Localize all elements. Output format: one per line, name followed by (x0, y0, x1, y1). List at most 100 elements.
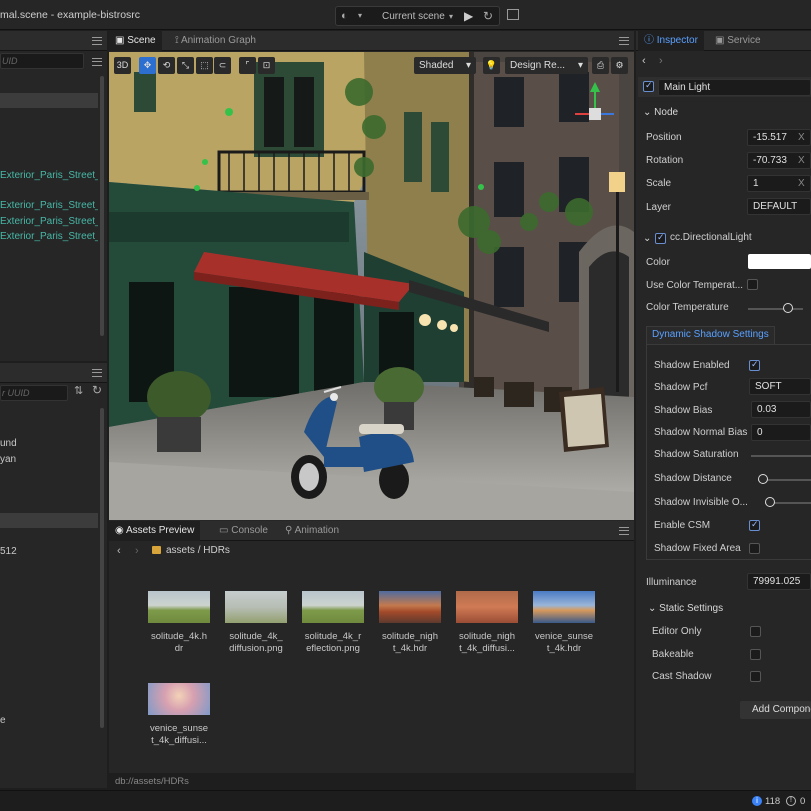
menu-icon[interactable] (92, 37, 102, 45)
color-temperature-slider[interactable] (748, 308, 803, 310)
dynamic-shadow-tab[interactable]: Dynamic Shadow Settings (646, 326, 775, 344)
hdr-meadow-icon (148, 591, 210, 623)
illuminance-field[interactable]: 79991.025 (747, 573, 811, 590)
assets-search-input[interactable]: r UUID (0, 385, 68, 401)
hierarchy-search-input[interactable]: UID (0, 53, 84, 69)
shadow-saturation-slider[interactable] (751, 455, 811, 457)
coordinate-icon[interactable]: ⊡ (258, 57, 275, 74)
use-color-temperature-checkbox[interactable] (747, 279, 758, 290)
tab-console[interactable]: ▭ Console (213, 521, 274, 541)
scene-globe-icon[interactable]: ◐ (341, 10, 348, 22)
hdr-sunset-orange-icon (379, 591, 441, 623)
tree-item[interactable]: Exterior_Paris_Street_( (0, 198, 98, 213)
position-label: Position (646, 132, 682, 143)
component-name: cc.DirectionalLight (670, 232, 752, 243)
tab-animation-graph[interactable]: ⟟ Animation Graph (169, 31, 262, 51)
breadcrumb-current[interactable]: HDRs (203, 545, 230, 556)
asset-label: solitude_4k_r eflection.png (304, 631, 362, 654)
scrollbar[interactable] (100, 408, 104, 728)
tab-service[interactable]: ▣ Service (709, 31, 767, 51)
asset-item[interactable]: solitude_4k_r eflection.png (301, 591, 365, 655)
play-icon[interactable]: ▶ (464, 9, 473, 23)
back-arrow-icon[interactable]: ‹ (642, 55, 646, 67)
scrollbar[interactable] (100, 76, 104, 336)
info-icon[interactable]: i (752, 796, 762, 806)
layer-select[interactable]: DEFAULT (747, 198, 811, 215)
rotate-tool-icon[interactable]: ⟲ (158, 57, 175, 74)
tab-animation[interactable]: ⚲ Animation (279, 521, 345, 541)
tree-item[interactable]: e (0, 713, 98, 728)
warning-icon[interactable]: ! (786, 796, 796, 806)
shadow-enabled-checkbox[interactable] (749, 359, 760, 371)
tree-item-selected[interactable] (0, 513, 98, 528)
tree-item-selected[interactable] (0, 93, 98, 108)
current-scene-select[interactable]: Current scene (382, 11, 445, 22)
tab-inspector[interactable]: ⓘ Inspector (638, 31, 704, 51)
tree-item[interactable]: yan (0, 452, 98, 467)
forward-arrow-icon[interactable]: › (659, 55, 663, 67)
node-name-field[interactable]: Main Light (658, 79, 811, 96)
cast-shadow-checkbox[interactable] (750, 671, 761, 682)
color-swatch[interactable] (748, 254, 811, 269)
menu-icon[interactable] (619, 37, 629, 45)
asset-item[interactable]: solitude_4k.h dr (147, 591, 211, 655)
shading-select[interactable]: Shaded ▾ (414, 57, 476, 74)
scale-label: Scale (646, 178, 672, 189)
asset-label: solitude_4k_ diffusion.png (229, 631, 283, 654)
editor-only-label: Editor Only (652, 626, 702, 637)
component-enabled-checkbox[interactable] (655, 232, 666, 244)
refresh-icon[interactable]: ↻ (483, 9, 493, 23)
axis-x-label: X (798, 155, 805, 166)
menu-icon[interactable] (92, 58, 102, 66)
assets-tree-tabbar (0, 363, 107, 383)
refresh-icon[interactable]: ↻ (92, 383, 102, 397)
asset-item[interactable]: venice_sunse t_4k.hdr (532, 591, 596, 655)
warn-count: 0 (800, 796, 806, 807)
slider-knob[interactable] (765, 497, 775, 507)
asset-item[interactable]: solitude_nigh t_4k.hdr (378, 591, 442, 655)
add-component-button[interactable]: Add Compone (740, 701, 811, 719)
enable-csm-checkbox[interactable] (749, 519, 760, 531)
camera-icon[interactable]: ⎙ (592, 57, 609, 74)
forward-arrow-icon[interactable]: › (135, 545, 139, 557)
tree-item[interactable]: 512 (0, 544, 98, 559)
tree-item[interactable]: Exterior_Paris_Street_( (0, 214, 98, 229)
shadow-pcf-select[interactable]: SOFT (749, 378, 811, 395)
sort-icon[interactable]: ⇅ (74, 384, 83, 397)
scale-tool-icon[interactable]: ⤡ (177, 57, 194, 74)
move-tool-icon[interactable]: ✥ (139, 57, 156, 74)
rect-tool-icon[interactable]: ⬚ (196, 57, 213, 74)
shadow-fixed-area-checkbox[interactable] (749, 543, 760, 554)
resolution-select[interactable]: Design Re... ▾ (505, 57, 588, 74)
illuminance-label: Illuminance (646, 577, 697, 588)
slider-knob[interactable] (758, 474, 768, 484)
scene-control[interactable]: ◐ ▾ Current scene ▾ ▶ ↻ (335, 6, 500, 26)
tab-scene[interactable]: ▣ Scene (109, 31, 162, 51)
static-settings-section[interactable]: ⌄ Static Settings (638, 598, 811, 619)
breadcrumb-root[interactable]: assets (166, 545, 195, 556)
menu-icon[interactable] (92, 369, 102, 377)
shadow-normal-bias-field[interactable]: 0 (751, 424, 811, 441)
shadow-bias-field[interactable]: 0.03 (751, 401, 811, 418)
mode-3d-button[interactable]: 3D (114, 57, 131, 74)
pivot-icon[interactable]: ⌜ (239, 57, 256, 74)
snap-icon[interactable]: ⊂ (214, 57, 231, 74)
asset-item[interactable]: venice_sunse t_4k_diffusi... (147, 683, 211, 747)
back-arrow-icon[interactable]: ‹ (117, 545, 121, 557)
node-active-checkbox[interactable] (643, 80, 654, 92)
tree-item[interactable]: Exterior_Paris_Street_( (0, 229, 98, 244)
light-bulb-icon[interactable]: 💡 (483, 57, 500, 74)
layout-icon[interactable] (507, 9, 519, 20)
editor-only-checkbox[interactable] (750, 626, 761, 637)
shadow-saturation-label: Shadow Saturation (654, 449, 739, 460)
node-section[interactable]: ⌄ Node (638, 102, 811, 123)
gear-icon[interactable]: ⚙ (611, 57, 628, 74)
scene-viewport[interactable] (109, 52, 634, 520)
tree-item[interactable]: Exterior_Paris_Street_ (0, 168, 98, 183)
menu-icon[interactable] (619, 527, 629, 535)
asset-item[interactable]: solitude_nigh t_4k_diffusi... (455, 591, 519, 655)
tab-assets-preview[interactable]: ◉ Assets Preview (109, 521, 201, 541)
tree-item[interactable]: und (0, 436, 98, 451)
bakeable-checkbox[interactable] (750, 649, 761, 660)
asset-item[interactable]: solitude_4k_ diffusion.png (224, 591, 288, 655)
